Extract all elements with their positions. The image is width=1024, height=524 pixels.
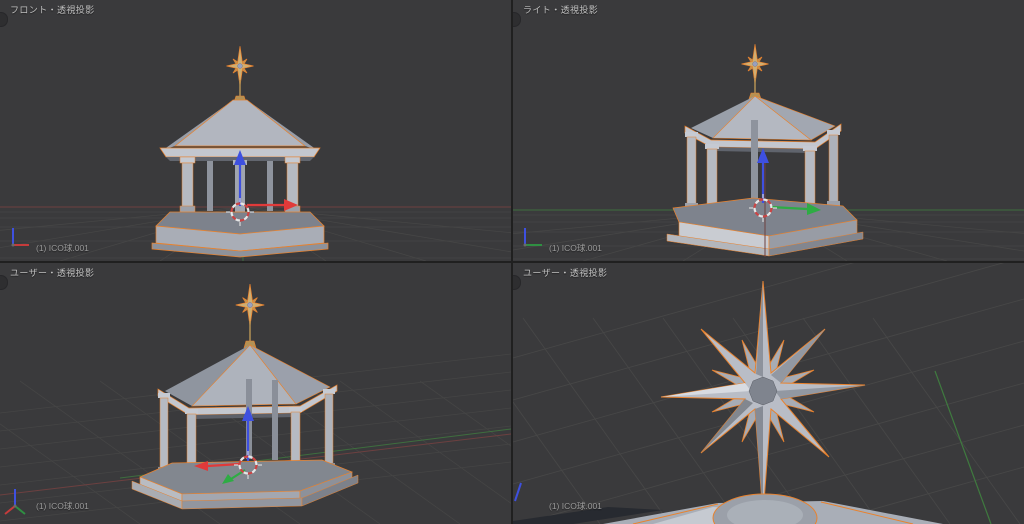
viewport-right[interactable]: ライト・透視投影 (1) ICO球.001 [513,0,1024,261]
axis-gizmo-icon[interactable] [523,228,543,247]
object-name-label: (1) ICO球.001 [36,243,89,253]
viewport-user-zoom[interactable]: ユーザー・透視投影 (1) ICO球.001 [513,263,1024,524]
star-finial[interactable] [226,45,254,87]
blender-quad-view: フロント・透視投影 (1) ICO球.001 ライト・透視投影 (1) ICO球… [0,0,1024,524]
view-label: ライト・透視投影 [523,5,599,15]
axis-gizmo-icon[interactable] [11,228,30,247]
viewport-front[interactable]: フロント・透視投影 (1) ICO球.001 [0,0,511,261]
view-label: ユーザー・透視投影 [523,268,608,278]
viewport-front-scene[interactable] [0,0,511,261]
star-finial[interactable] [741,43,769,85]
viewport-right-scene[interactable] [513,0,1024,261]
axis-gizmo-icon[interactable] [514,482,522,502]
view-label: フロント・透視投影 [10,5,95,15]
viewport-user[interactable]: ユーザー・透視投影 (1) ICO球.001 [0,263,511,524]
moravian-star-object[interactable] [660,280,866,516]
star-finial[interactable] [235,283,265,327]
viewport-user-scene[interactable] [0,263,511,524]
object-name-label: (1) ICO球.001 [36,501,89,511]
viewport-user-zoom-scene[interactable] [513,263,1024,524]
gazebo-object[interactable] [131,283,359,510]
object-name-label: (1) ICO球.001 [549,243,602,253]
object-name-label: (1) ICO球.001 [549,501,602,511]
view-label: ユーザー・透視投影 [10,268,95,278]
gazebo-dome[interactable] [712,493,818,524]
